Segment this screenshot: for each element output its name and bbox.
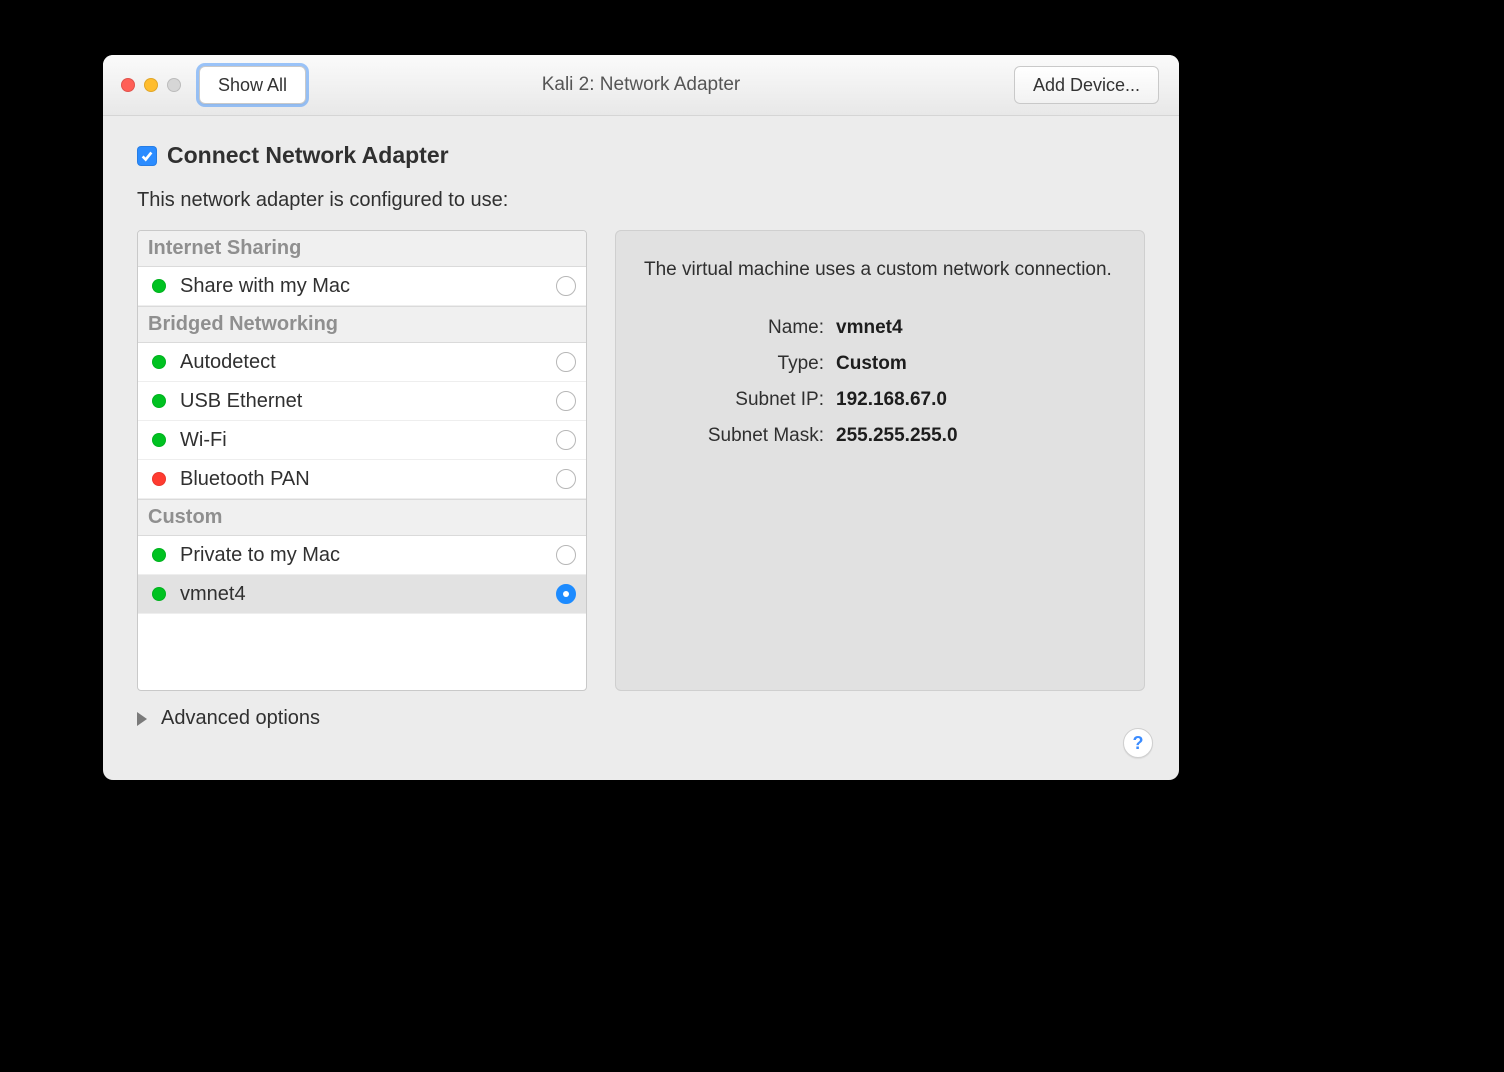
panes: Internet Sharing Share with my Mac Bridged… bbox=[137, 230, 1145, 691]
connect-row[interactable]: Connect Network Adapter bbox=[137, 142, 1145, 169]
zoom-icon bbox=[167, 78, 181, 92]
network-option-label: Wi-Fi bbox=[180, 429, 556, 452]
type-label: Type: bbox=[644, 353, 824, 375]
window-controls bbox=[121, 78, 181, 92]
network-option[interactable]: Wi-Fi bbox=[138, 421, 586, 460]
network-list: Internet Sharing Share with my Mac Bridged… bbox=[137, 230, 587, 691]
network-option-radio[interactable] bbox=[556, 430, 576, 450]
name-label: Name: bbox=[644, 317, 824, 339]
titlebar: Show All Kali 2: Network Adapter Add Dev… bbox=[103, 55, 1179, 116]
kv-subnet-ip: Subnet IP: 192.168.67.0 bbox=[644, 389, 1116, 411]
network-option[interactable]: USB Ethernet bbox=[138, 382, 586, 421]
type-value: Custom bbox=[836, 353, 907, 375]
kv-subnet-mask: Subnet Mask: 255.255.255.0 bbox=[644, 425, 1116, 447]
detail-pane: The virtual machine uses a custom networ… bbox=[615, 230, 1145, 691]
help-icon: ? bbox=[1133, 733, 1144, 754]
network-option[interactable]: Private to my Mac bbox=[138, 536, 586, 575]
status-dot-icon bbox=[152, 472, 166, 486]
kv-name: Name: vmnet4 bbox=[644, 317, 1116, 339]
subnet-mask-label: Subnet Mask: bbox=[644, 425, 824, 447]
network-option-label: vmnet4 bbox=[180, 583, 556, 606]
network-option-label: Share with my Mac bbox=[180, 275, 556, 298]
config-subtitle: This network adapter is configured to us… bbox=[137, 189, 1145, 212]
status-dot-icon bbox=[152, 394, 166, 408]
network-option-radio[interactable] bbox=[556, 391, 576, 411]
network-option-label: Bluetooth PAN bbox=[180, 468, 556, 491]
add-device-button[interactable]: Add Device... bbox=[1014, 66, 1159, 104]
group-header: Bridged Networking bbox=[138, 306, 586, 343]
network-option[interactable]: Autodetect bbox=[138, 343, 586, 382]
connect-checkbox[interactable] bbox=[137, 146, 157, 166]
show-all-label: Show All bbox=[218, 75, 287, 96]
subnet-ip-label: Subnet IP: bbox=[644, 389, 824, 411]
network-option[interactable]: Share with my Mac bbox=[138, 267, 586, 306]
status-dot-icon bbox=[152, 279, 166, 293]
group-header: Custom bbox=[138, 499, 586, 536]
network-option-radio[interactable] bbox=[556, 469, 576, 489]
status-dot-icon bbox=[152, 587, 166, 601]
network-option[interactable]: Bluetooth PAN bbox=[138, 460, 586, 499]
minimize-icon[interactable] bbox=[144, 78, 158, 92]
kv-type: Type: Custom bbox=[644, 353, 1116, 375]
advanced-options-toggle[interactable]: Advanced options bbox=[137, 707, 1145, 730]
detail-description: The virtual machine uses a custom networ… bbox=[644, 257, 1116, 283]
status-dot-icon bbox=[152, 433, 166, 447]
subnet-mask-value: 255.255.255.0 bbox=[836, 425, 958, 447]
connect-label: Connect Network Adapter bbox=[167, 142, 449, 169]
network-option-radio[interactable] bbox=[556, 276, 576, 296]
disclosure-triangle-icon bbox=[137, 712, 147, 726]
network-option-label: Private to my Mac bbox=[180, 544, 556, 567]
network-option-label: Autodetect bbox=[180, 351, 556, 374]
status-dot-icon bbox=[152, 355, 166, 369]
add-device-label: Add Device... bbox=[1033, 75, 1140, 96]
network-option-radio[interactable] bbox=[556, 584, 576, 604]
content: Connect Network Adapter This network ada… bbox=[103, 116, 1179, 750]
status-dot-icon bbox=[152, 548, 166, 562]
show-all-button[interactable]: Show All bbox=[199, 66, 306, 104]
network-option-label: USB Ethernet bbox=[180, 390, 556, 413]
network-option[interactable]: vmnet4 bbox=[138, 575, 586, 614]
subnet-ip-value: 192.168.67.0 bbox=[836, 389, 947, 411]
settings-window: Show All Kali 2: Network Adapter Add Dev… bbox=[103, 55, 1179, 780]
network-option-radio[interactable] bbox=[556, 545, 576, 565]
help-button[interactable]: ? bbox=[1123, 728, 1153, 758]
network-option-radio[interactable] bbox=[556, 352, 576, 372]
advanced-options-label: Advanced options bbox=[161, 707, 320, 730]
name-value: vmnet4 bbox=[836, 317, 903, 339]
checkmark-icon bbox=[140, 149, 154, 163]
close-icon[interactable] bbox=[121, 78, 135, 92]
list-spacer bbox=[138, 614, 586, 690]
group-header: Internet Sharing bbox=[138, 231, 586, 267]
